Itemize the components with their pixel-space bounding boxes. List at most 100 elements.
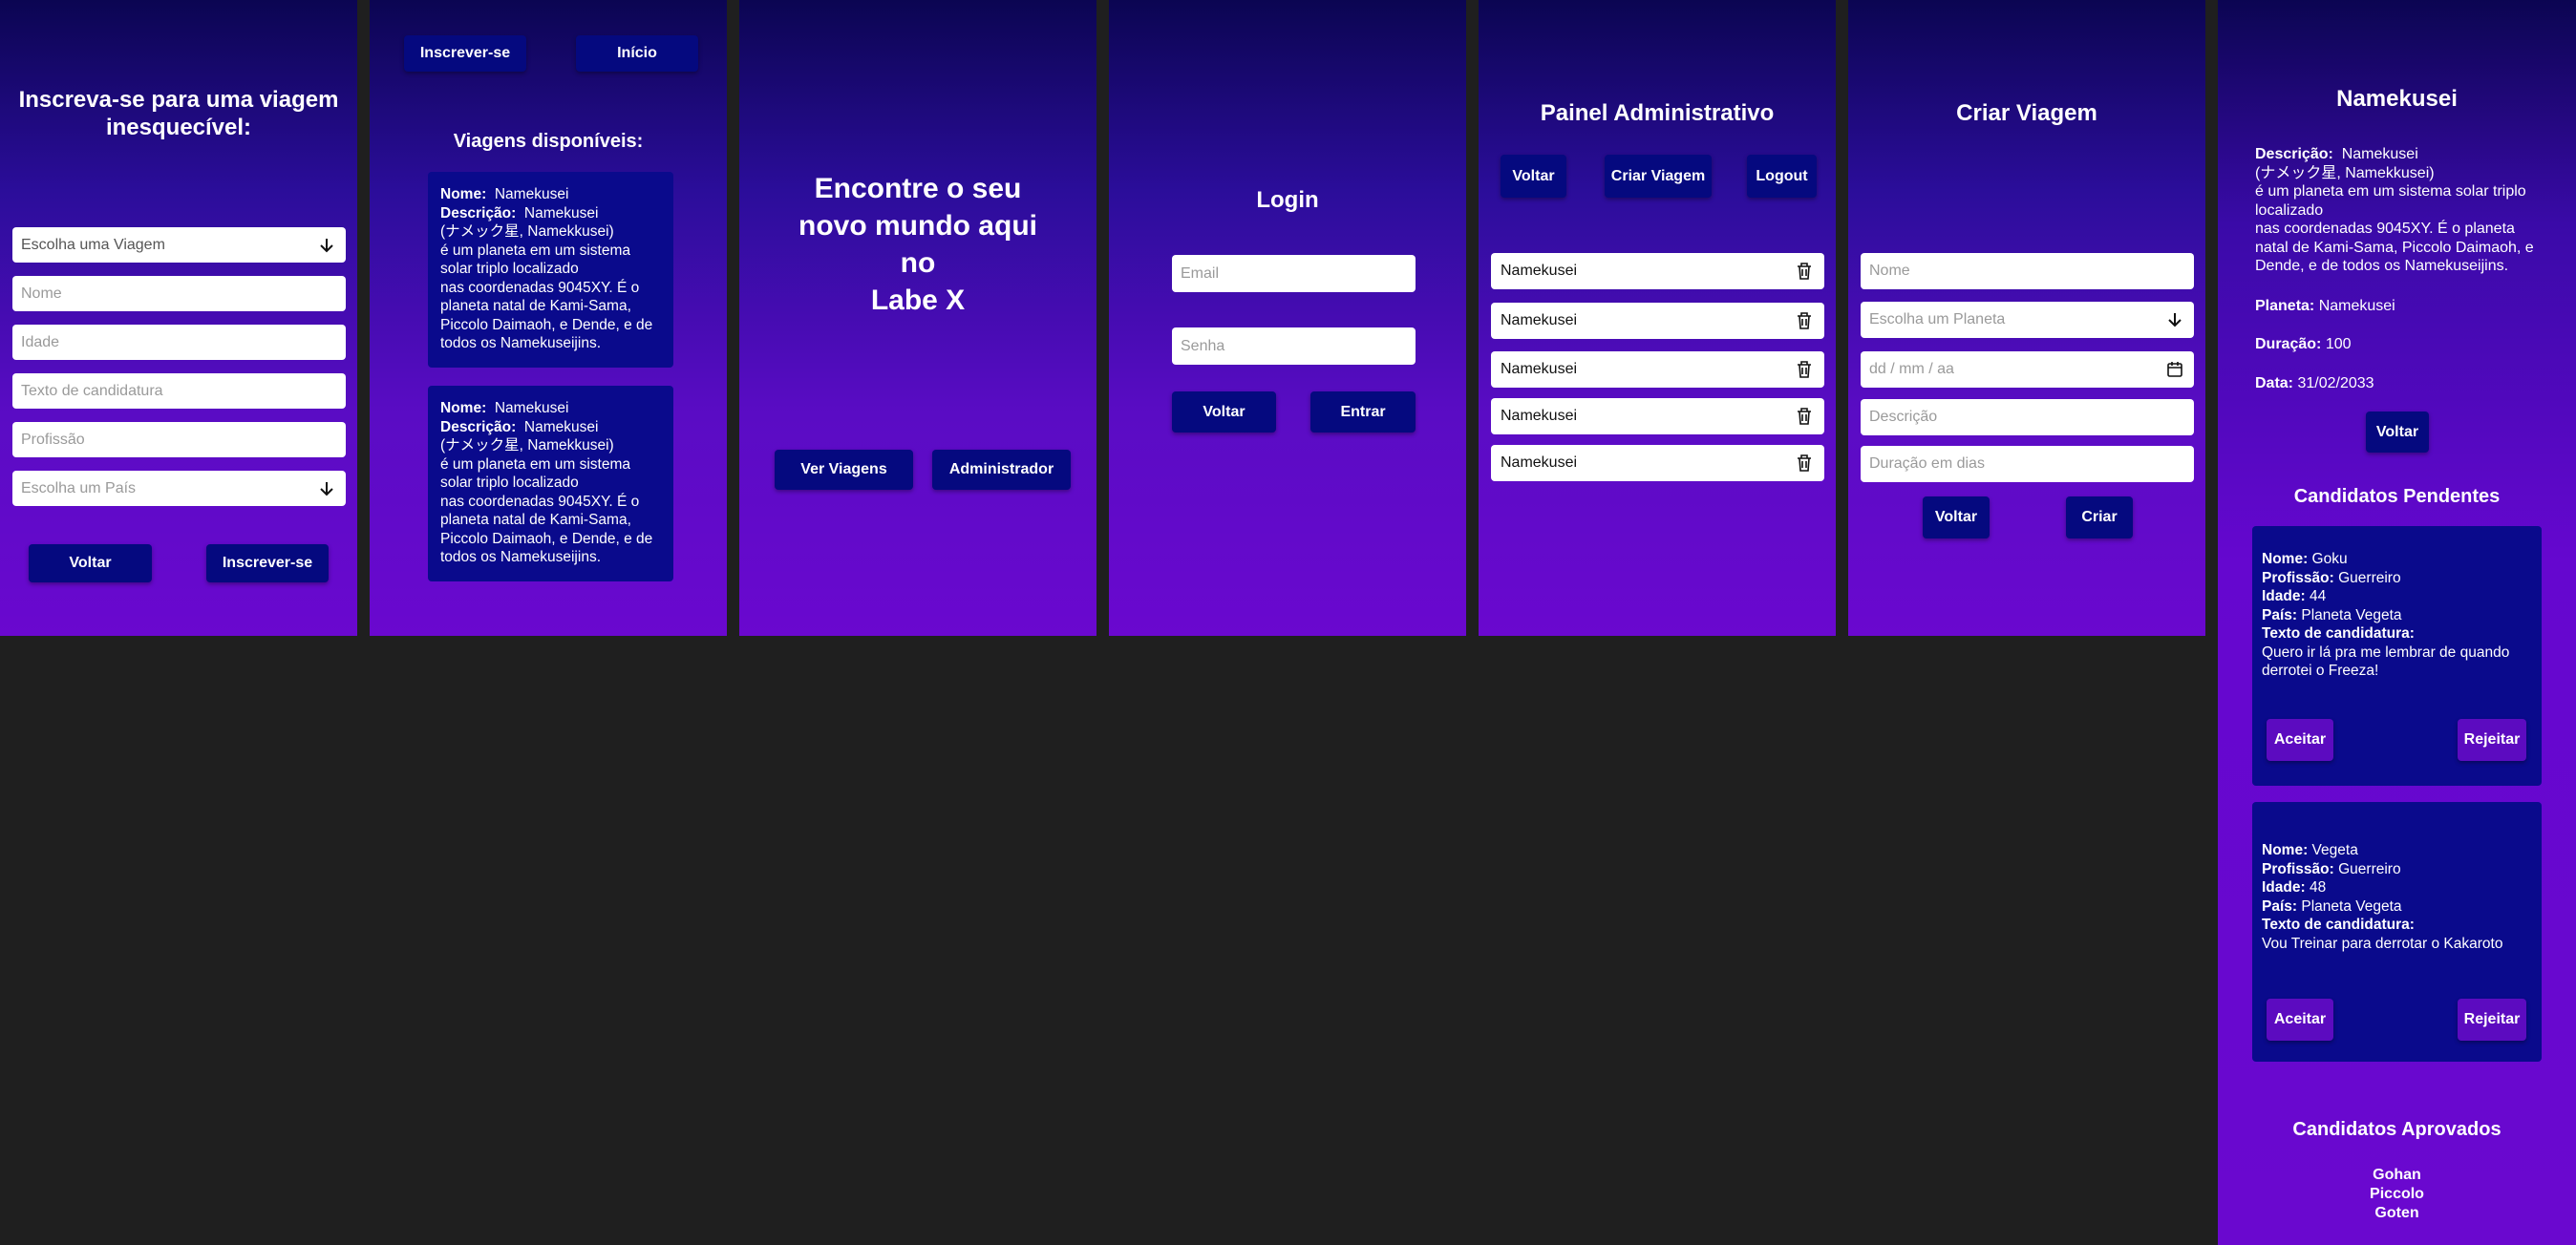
- trip-list-item-name: Namekusei: [1501, 312, 1578, 328]
- trip-detail-title: Namekusei: [2336, 86, 2458, 112]
- trip-detail-date-value: 31/02/2033: [2297, 375, 2374, 391]
- trips-title: Viagens disponíveis:: [453, 131, 644, 152]
- trip-list-item[interactable]: Namekusei: [1491, 398, 1824, 434]
- trip-list-item[interactable]: Namekusei: [1491, 445, 1824, 481]
- approved-candidate: Goten: [2374, 1205, 2419, 1221]
- back-button[interactable]: Voltar: [29, 544, 152, 582]
- reject-button[interactable]: Rejeitar: [2458, 719, 2526, 761]
- trip-list-item[interactable]: Namekusei: [1491, 303, 1824, 339]
- trip-card-desc-label: Descrição:: [440, 418, 517, 435]
- arrow-down-icon: [320, 481, 333, 496]
- profession-placeholder: Profissão: [21, 431, 85, 448]
- trip-card-name-row: Nome: Namekusei: [440, 185, 661, 204]
- candidate-profession: Guerreiro: [2338, 860, 2401, 877]
- password-input[interactable]: Senha: [1172, 327, 1416, 365]
- trip-detail-desc-text: Namekusei (ナメック星, Namekkusei) é um plane…: [2255, 146, 2534, 274]
- candidate-text: Quero ir lá pra me lembrar de quando der…: [2262, 644, 2510, 680]
- trip-card: Nome: Namekusei Descrição: Namekusei (ナメ…: [428, 386, 673, 581]
- candidate-card: Nome: Vegeta Profissão: Guerreiro Idade:…: [2252, 802, 2542, 1062]
- home-headline-line: no: [900, 247, 936, 279]
- candidate-country-row: País: Planeta Vegeta: [2262, 606, 2532, 625]
- trip-card-name-label: Nome:: [440, 400, 487, 416]
- trip-name-input[interactable]: Nome: [1861, 253, 2194, 289]
- trips-panel: Inscrever-se Início Viagens disponíveis:…: [370, 0, 727, 636]
- trip-detail-date: Data: 31/02/2033: [2255, 374, 2374, 393]
- candidate-age: 44: [2309, 588, 2327, 604]
- trip-list-item-name: Namekusei: [1501, 361, 1578, 377]
- country-select[interactable]: Escolha um País: [12, 471, 346, 506]
- age-input[interactable]: Idade: [12, 325, 346, 360]
- description-input[interactable]: Descrição: [1861, 399, 2194, 435]
- candidate-name-label: Nome:: [2262, 551, 2309, 567]
- duration-input[interactable]: Duração em dias: [1861, 446, 2194, 482]
- candidate-name: Vegeta: [2311, 842, 2358, 858]
- candidate-profession: Guerreiro: [2338, 569, 2401, 586]
- signup-nav-button[interactable]: Inscrever-se: [404, 35, 526, 72]
- admin-button[interactable]: Administrador: [932, 450, 1071, 490]
- candidate-age-row: Idade: 44: [2262, 587, 2532, 606]
- candidate-country-label: País:: [2262, 606, 2298, 623]
- logout-button[interactable]: Logout: [1747, 155, 1817, 198]
- trip-detail-desc-label: Descrição:: [2255, 146, 2333, 162]
- login-panel: Login Email Senha Voltar Entrar: [1109, 0, 1466, 636]
- trip-card-desc: (ナメック星, Namekkusei) é um planeta em um s…: [440, 437, 653, 565]
- trip-detail-planet: Planeta: Namekusei: [2255, 297, 2395, 316]
- name-input[interactable]: Nome: [12, 276, 346, 311]
- back-button[interactable]: Voltar: [1501, 155, 1566, 198]
- candidate-country: Planeta Vegeta: [2301, 897, 2402, 915]
- trip-card-desc-label: Descrição:: [440, 204, 517, 222]
- candidate-country: Planeta Vegeta: [2301, 606, 2402, 623]
- view-trips-button[interactable]: Ver Viagens: [775, 450, 913, 490]
- email-input[interactable]: Email: [1172, 255, 1416, 292]
- description-placeholder: Descrição: [1869, 409, 1938, 425]
- home-panel: Encontre o seu novo mundo aqui no Labe X…: [739, 0, 1096, 636]
- trip-select[interactable]: Escolha uma Viagem: [12, 227, 346, 263]
- profession-input[interactable]: Profissão: [12, 422, 346, 457]
- candidate-age-label: Idade:: [2262, 588, 2306, 604]
- approved-candidate: Gohan: [2373, 1167, 2421, 1183]
- back-button[interactable]: Voltar: [1923, 496, 1990, 538]
- candidate-text-label: Texto de candidatura:: [2262, 624, 2532, 644]
- create-button[interactable]: Criar: [2066, 496, 2133, 538]
- accept-button[interactable]: Aceitar: [2267, 999, 2333, 1041]
- home-headline: Encontre o seu novo mundo aqui no Labe X: [739, 170, 1096, 319]
- back-button[interactable]: Voltar: [1172, 391, 1276, 433]
- home-headline-line: Labe X: [870, 285, 966, 316]
- trash-icon[interactable]: [1796, 311, 1813, 330]
- candidate-country-label: País:: [2262, 897, 2298, 915]
- trip-detail-duration-value: 100: [2325, 336, 2352, 352]
- candidate-name: Goku: [2311, 551, 2348, 567]
- trash-icon[interactable]: [1796, 262, 1813, 281]
- calendar-icon[interactable]: [2165, 360, 2184, 379]
- trip-card-name-label: Nome:: [440, 186, 487, 202]
- application-text-input[interactable]: Texto de candidatura: [12, 373, 346, 409]
- login-title: Login: [1256, 187, 1319, 213]
- trash-icon[interactable]: [1796, 454, 1813, 473]
- trash-icon[interactable]: [1796, 407, 1813, 426]
- pending-candidates-title: Candidatos Pendentes: [2293, 486, 2501, 507]
- trip-card-name: Namekusei: [494, 400, 569, 416]
- accept-button[interactable]: Aceitar: [2267, 719, 2333, 761]
- date-input[interactable]: dd / mm / aa: [1861, 351, 2194, 388]
- trip-card: Nome: Namekusei Descrição: Namekusei (ナメ…: [428, 172, 673, 368]
- planet-select[interactable]: Escolha um Planeta: [1861, 302, 2194, 338]
- trip-list-item[interactable]: Namekusei: [1491, 253, 1824, 289]
- back-button[interactable]: Voltar: [2366, 411, 2429, 453]
- create-trip-button[interactable]: Criar Viagem: [1605, 155, 1712, 198]
- trash-icon[interactable]: [1796, 360, 1813, 379]
- admin-panel: Painel Administrativo Voltar Criar Viage…: [1479, 0, 1836, 636]
- planet-select-label: Escolha um Planeta: [1869, 311, 2006, 327]
- enter-button[interactable]: Entrar: [1310, 391, 1416, 433]
- create-trip-panel: Criar Viagem Nome Escolha um Planeta dd …: [1848, 0, 2205, 636]
- home-nav-button[interactable]: Início: [576, 35, 698, 72]
- home-headline-line: Encontre o seu: [814, 173, 1022, 204]
- duration-placeholder: Duração em dias: [1869, 455, 1985, 472]
- trip-detail-planet-label: Planeta:: [2255, 298, 2315, 314]
- reject-button[interactable]: Rejeitar: [2458, 999, 2526, 1041]
- trip-list-item[interactable]: Namekusei: [1491, 351, 1824, 388]
- trip-card-name: Namekusei: [494, 186, 569, 202]
- signup-submit-button[interactable]: Inscrever-se: [206, 544, 329, 582]
- trip-name-placeholder: Nome: [1869, 263, 1910, 279]
- trip-detail-date-label: Data:: [2255, 375, 2294, 391]
- country-select-label: Escolha um País: [21, 479, 137, 496]
